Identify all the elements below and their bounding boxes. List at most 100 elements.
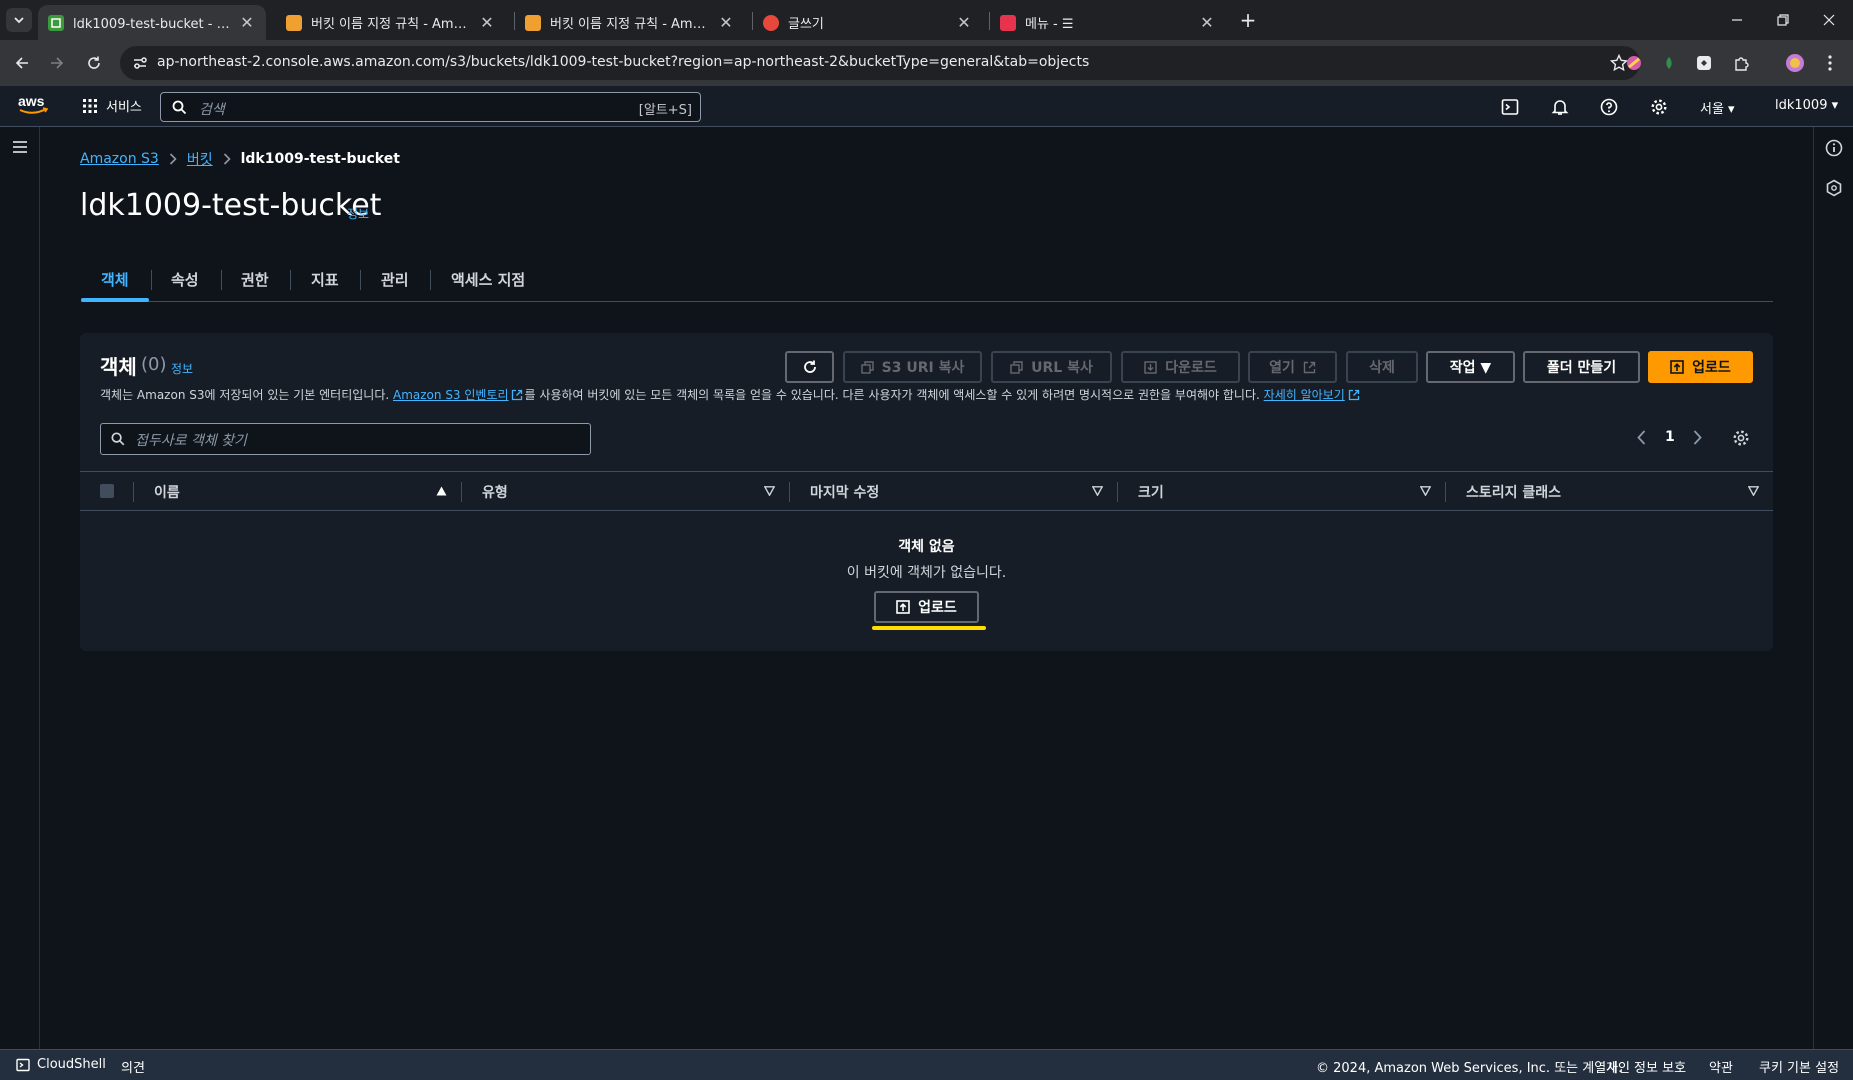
tab-access-points[interactable]: 액세스 지점	[451, 256, 525, 302]
reload-button[interactable]	[80, 49, 108, 77]
empty-state-upload-button[interactable]: 업로드	[874, 591, 979, 623]
console-footer: CloudShell 의견 © 2024, Amazon Web Service…	[0, 1049, 1853, 1080]
s3-inventory-link[interactable]: Amazon S3 인벤토리	[393, 388, 509, 402]
column-storage-class[interactable]: 스토리지 클래스	[1466, 482, 1561, 502]
cloudshell-icon[interactable]	[1499, 96, 1521, 118]
delete-label: 삭제	[1369, 360, 1395, 376]
info-panel-icon[interactable]	[1825, 139, 1843, 157]
window-close-button[interactable]	[1806, 0, 1852, 40]
open-label: 열기	[1269, 360, 1295, 376]
tab-metrics[interactable]: 지표	[311, 256, 339, 302]
tab-divider	[151, 270, 152, 290]
sort-icon[interactable]	[1420, 486, 1431, 496]
extension-color-icon[interactable]	[1620, 49, 1648, 77]
tab-objects[interactable]: 객체	[101, 256, 129, 302]
minimize-button[interactable]	[1714, 0, 1760, 40]
notifications-bell-icon[interactable]	[1549, 96, 1571, 118]
copy-url-label: URL 복사	[1031, 360, 1093, 376]
browser-menu-button[interactable]	[1816, 49, 1844, 77]
new-tab-button[interactable]: +	[1235, 8, 1261, 32]
download-button[interactable]: 다운로드	[1121, 351, 1240, 383]
address-bar[interactable]: ap-northeast-2.console.aws.amazon.com/s3…	[120, 46, 1640, 80]
page-number[interactable]: 1	[1665, 429, 1675, 445]
breadcrumb-amazon-s3[interactable]: Amazon S3	[80, 151, 159, 167]
column-divider	[461, 482, 462, 502]
extension-box-icon[interactable]	[1690, 49, 1718, 77]
column-name[interactable]: 이름	[154, 482, 180, 502]
tab-properties[interactable]: 속성	[171, 256, 199, 302]
hamburger-menu-icon[interactable]	[12, 140, 28, 154]
object-prefix-search-input[interactable]: 접두사로 객체 찾기	[100, 423, 591, 455]
hexagon-icon[interactable]	[1825, 179, 1843, 197]
table-settings-gear-icon[interactable]	[1732, 429, 1750, 447]
sort-icon[interactable]	[764, 486, 775, 496]
search-shortcut: [알트+S]	[638, 103, 692, 118]
close-icon[interactable]: ✕	[1198, 13, 1216, 32]
close-icon[interactable]: ✕	[955, 13, 973, 32]
tab-search-button[interactable]	[6, 8, 32, 32]
settings-gear-icon[interactable]	[1648, 96, 1670, 118]
chevron-down-icon	[14, 17, 24, 24]
chevron-right-icon	[169, 153, 177, 165]
services-menu[interactable]: 서비스	[82, 96, 142, 115]
close-icon[interactable]: ✕	[238, 13, 256, 32]
learn-more-link[interactable]: 자세히 알아보기	[1264, 388, 1345, 402]
external-link-icon	[511, 389, 523, 401]
refresh-button[interactable]	[785, 351, 834, 383]
aws-logo[interactable]: aws	[17, 94, 49, 116]
copyright-text: © 2024, Amazon Web Services, Inc. 또는 계열사…	[1316, 1061, 1623, 1076]
feedback-link[interactable]: 의견	[121, 1057, 145, 1076]
open-button[interactable]: 열기	[1248, 351, 1337, 383]
extension-leaf-icon[interactable]	[1655, 49, 1683, 77]
column-size[interactable]: 크기	[1138, 482, 1164, 502]
sort-ascending-icon[interactable]	[436, 486, 447, 496]
profile-avatar[interactable]	[1781, 49, 1809, 77]
sort-icon[interactable]	[1748, 486, 1759, 496]
cloudshell-link[interactable]: CloudShell	[16, 1057, 106, 1072]
create-folder-button[interactable]: 폴더 만들기	[1523, 351, 1640, 383]
browser-tab[interactable]: 버킷 이름 지정 규칙 - Amazon ✕	[515, 5, 745, 40]
restore-button[interactable]	[1760, 0, 1806, 40]
upload-icon	[1670, 360, 1684, 374]
select-all-checkbox[interactable]	[100, 484, 114, 498]
site-info-icon[interactable]	[132, 55, 148, 71]
forward-button[interactable]	[43, 49, 71, 77]
actions-dropdown[interactable]: 작업 ▼	[1426, 351, 1515, 383]
aws-search-input[interactable]: 검색 [알트+S]	[160, 92, 701, 122]
browser-tab[interactable]: 글쓰기 ✕	[753, 5, 983, 40]
previous-page-icon[interactable]	[1637, 430, 1646, 445]
privacy-link[interactable]: 개인 정보 보호	[1606, 1057, 1686, 1076]
close-icon[interactable]: ✕	[717, 13, 735, 32]
objects-info-link[interactable]: 정보	[171, 360, 193, 377]
region-selector[interactable]: 서울 ▾	[1700, 98, 1735, 117]
back-button[interactable]	[8, 49, 36, 77]
sort-icon[interactable]	[1092, 486, 1103, 496]
terms-link[interactable]: 약관	[1709, 1057, 1733, 1076]
help-icon[interactable]	[1598, 96, 1620, 118]
cloudshell-label: CloudShell	[37, 1057, 106, 1072]
tab-permissions[interactable]: 권한	[241, 256, 269, 302]
left-rail	[0, 127, 40, 1049]
column-type[interactable]: 유형	[482, 482, 508, 502]
browser-tab-active[interactable]: ldk1009-test-bucket - S3 버킷 ✕	[38, 5, 266, 40]
browser-tab[interactable]: 버킷 이름 지정 규칙 - Amazon ✕	[276, 5, 506, 40]
cookie-preferences-link[interactable]: 쿠키 기본 설정	[1759, 1057, 1839, 1076]
account-menu[interactable]: ldk1009 ▾	[1775, 98, 1838, 113]
browser-tab[interactable]: 메뉴 - ☰ ✕	[990, 5, 1226, 40]
column-divider	[133, 482, 134, 502]
breadcrumb-buckets[interactable]: 버킷	[187, 149, 213, 169]
tab-management[interactable]: 관리	[381, 256, 409, 302]
copy-url-button[interactable]: URL 복사	[991, 351, 1112, 383]
upload-icon	[896, 600, 910, 614]
upload-button[interactable]: 업로드	[1648, 351, 1753, 383]
delete-button[interactable]: 삭제	[1346, 351, 1418, 383]
column-last-modified[interactable]: 마지막 수정	[810, 482, 879, 502]
close-icon[interactable]: ✕	[478, 13, 496, 32]
s3-favicon-icon	[48, 14, 64, 31]
next-page-icon[interactable]	[1693, 430, 1702, 445]
page-info-link[interactable]: 정보	[347, 205, 369, 222]
download-label: 다운로드	[1165, 360, 1217, 376]
grid-icon	[83, 98, 97, 113]
extensions-puzzle-icon[interactable]	[1728, 49, 1756, 77]
copy-s3-uri-button[interactable]: S3 URI 복사	[843, 351, 982, 383]
